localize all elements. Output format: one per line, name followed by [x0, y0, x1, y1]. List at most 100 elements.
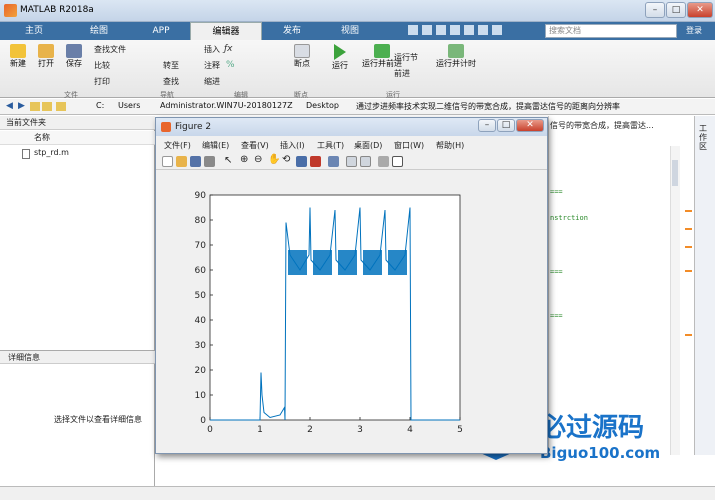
- compare-button[interactable]: 比较: [94, 60, 110, 71]
- breadcrumb-user[interactable]: Administrator.WIN7U-20180127Z: [160, 101, 293, 110]
- data-cursor-icon[interactable]: [296, 156, 307, 167]
- breadcrumb-folder[interactable]: 通过步进频率技术实现二维信号的带宽合成，提高雷达信号的距离向分辨率: [356, 101, 620, 112]
- y-tick-label: 30: [195, 341, 207, 351]
- legend-icon[interactable]: [360, 156, 371, 167]
- code-line-4: ===: [550, 312, 563, 320]
- cut-icon[interactable]: [422, 25, 432, 35]
- x-tick-label: 2: [307, 425, 313, 435]
- save-button[interactable]: 保存: [66, 44, 82, 69]
- brush-icon[interactable]: [310, 156, 321, 167]
- rotate-icon[interactable]: ⟲: [282, 154, 293, 165]
- editor-scrollbar[interactable]: [670, 146, 680, 476]
- new-figure-icon[interactable]: [162, 156, 173, 167]
- menu-edit[interactable]: 编辑(E): [202, 140, 229, 151]
- column-header-name[interactable]: 名称: [0, 131, 155, 145]
- drive-folder-icon[interactable]: [56, 102, 66, 111]
- tab-publish[interactable]: 发布: [264, 22, 320, 40]
- tab-editor[interactable]: 编辑器: [190, 22, 262, 40]
- editor-tab-title[interactable]: 信号的带宽合成，提高雷达...: [550, 120, 654, 131]
- zoom-out-icon[interactable]: ⊖: [254, 154, 265, 165]
- x-tick-label: 3: [357, 425, 363, 435]
- colorbar-icon[interactable]: [346, 156, 357, 167]
- find-button[interactable]: 查找: [163, 76, 179, 87]
- plot-area[interactable]: 0 1 2 3 4 5 0 10 20 30 40 50 60 70 80 90: [157, 171, 546, 453]
- tab-home[interactable]: 主页: [4, 22, 64, 40]
- breakpoints-button[interactable]: 断点: [294, 44, 310, 69]
- tab-plots[interactable]: 绘图: [66, 22, 132, 40]
- indent-button[interactable]: 缩进: [204, 76, 220, 87]
- y-tick-label: 90: [195, 191, 207, 201]
- back-arrow-icon[interactable]: ◀: [6, 101, 13, 111]
- tab-view[interactable]: 视图: [322, 22, 378, 40]
- figure-window[interactable]: Figure 2 – □ ✕ 文件(F) 编辑(E) 查看(V) 插入(I) 工…: [155, 117, 548, 454]
- advance-button[interactable]: 前进: [394, 68, 410, 79]
- hide-tools-icon[interactable]: [378, 156, 389, 167]
- edit-plot-arrow-icon[interactable]: ↖: [224, 155, 235, 166]
- open-folder-icon: [38, 44, 54, 58]
- figure-minimize-button[interactable]: –: [478, 119, 496, 132]
- print-button[interactable]: 打印: [94, 76, 110, 87]
- axes[interactable]: 0 1 2 3 4 50102030405060708090: [157, 171, 546, 453]
- menu-view[interactable]: 查看(V): [241, 140, 269, 151]
- help-icon[interactable]: [492, 25, 502, 35]
- x-tick-label: 1: [257, 425, 263, 435]
- figure-maximize-button[interactable]: □: [497, 119, 515, 132]
- menu-file[interactable]: 文件(F): [164, 140, 191, 151]
- open-button[interactable]: 打开: [38, 44, 54, 69]
- run-button[interactable]: 运行: [332, 44, 348, 71]
- menu-insert[interactable]: 插入(I): [280, 140, 305, 151]
- copy-icon[interactable]: [436, 25, 446, 35]
- up-folder-icon[interactable]: [30, 102, 40, 111]
- figure-close-button[interactable]: ✕: [516, 119, 544, 132]
- find-files-button[interactable]: 查找文件: [94, 44, 126, 55]
- maximize-button[interactable]: □: [666, 2, 686, 18]
- y-tick-label: 10: [195, 391, 207, 401]
- percent-icon[interactable]: %: [226, 60, 235, 70]
- tab-apps[interactable]: APP: [134, 22, 188, 40]
- pan-hand-icon[interactable]: ✋: [268, 154, 280, 165]
- code-marker: [685, 210, 692, 212]
- function-icon[interactable]: ƒx: [224, 44, 233, 54]
- link-plot-icon[interactable]: [328, 156, 339, 167]
- save-icon[interactable]: [408, 25, 418, 35]
- figure-title: Figure 2: [175, 122, 212, 132]
- paste-icon[interactable]: [450, 25, 460, 35]
- open-file-icon[interactable]: [176, 156, 187, 167]
- show-tools-icon[interactable]: [392, 156, 403, 167]
- file-list-item[interactable]: stp_rd.m: [34, 148, 69, 157]
- new-button[interactable]: 新建: [10, 44, 26, 69]
- menu-window[interactable]: 窗口(W): [394, 140, 424, 151]
- y-tick-label: 70: [195, 241, 207, 251]
- goto-button[interactable]: 转至: [163, 60, 179, 71]
- workspace-label[interactable]: 工作区: [699, 124, 709, 151]
- minimize-button[interactable]: –: [645, 2, 665, 18]
- title-bar: [0, 0, 715, 22]
- run-and-time-button[interactable]: 运行并计时: [436, 44, 476, 69]
- watermark-cn: 必过源码: [540, 413, 644, 443]
- zoom-in-icon[interactable]: ⊕: [240, 154, 251, 165]
- workspace-strip: [694, 116, 715, 486]
- quick-access-toolbar: [408, 25, 528, 38]
- menu-desktop[interactable]: 桌面(D): [354, 140, 382, 151]
- redo-icon[interactable]: [478, 25, 488, 35]
- save-figure-icon[interactable]: [190, 156, 201, 167]
- y-tick-label: 20: [195, 366, 207, 376]
- browse-folder-icon[interactable]: [42, 102, 52, 111]
- comment-button[interactable]: 注释: [204, 60, 220, 71]
- m-file-icon: [22, 149, 30, 159]
- undo-icon[interactable]: [464, 25, 474, 35]
- menu-help[interactable]: 帮助(H): [436, 140, 464, 151]
- app-title: MATLAB R2018a: [20, 5, 94, 15]
- print-figure-icon[interactable]: [204, 156, 215, 167]
- breadcrumb-users[interactable]: Users: [118, 101, 140, 110]
- forward-arrow-icon[interactable]: ▶: [18, 101, 25, 111]
- run-section-button[interactable]: 运行节: [394, 52, 418, 63]
- menu-tools[interactable]: 工具(T): [317, 140, 344, 151]
- breadcrumb-desktop[interactable]: Desktop: [306, 101, 339, 110]
- login-link[interactable]: 登录: [686, 25, 702, 36]
- breadcrumb-drive[interactable]: C:: [96, 101, 104, 110]
- editor-scroll-thumb[interactable]: [672, 160, 678, 186]
- insert-button[interactable]: 插入: [204, 44, 220, 55]
- close-button[interactable]: ✕: [687, 2, 713, 18]
- search-docs-input[interactable]: 搜索文档: [545, 24, 677, 38]
